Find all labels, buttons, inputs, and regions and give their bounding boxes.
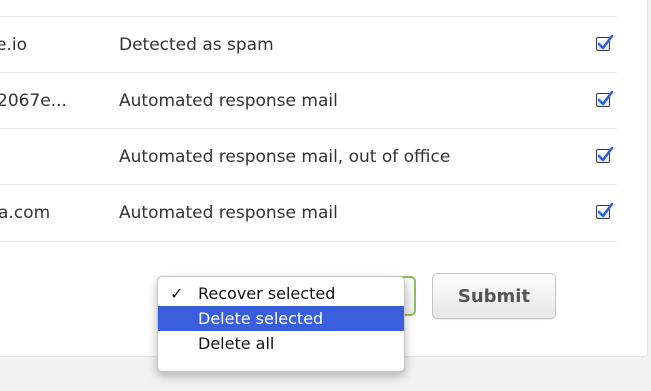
checkmark-icon: [597, 146, 614, 162]
reason-cell: Detected as spam: [119, 35, 274, 55]
row-checkbox[interactable]: [596, 90, 614, 107]
table-row: Automated response mail, out of office: [0, 128, 617, 185]
checkmark-icon: [597, 202, 614, 218]
menu-item-label: Delete all: [198, 334, 275, 353]
menu-item-delete-all[interactable]: Delete all: [158, 331, 404, 356]
table-row: 2067e... Automated response mail: [0, 72, 617, 129]
table-row: a.com Automated response mail: [0, 184, 617, 242]
submit-button[interactable]: Submit: [432, 273, 556, 319]
row-checkbox[interactable]: [596, 202, 614, 219]
action-dropdown-menu: ✓ Recover selected Delete selected Delet…: [157, 276, 405, 372]
checkmark-icon: [597, 34, 614, 50]
reason-cell: Automated response mail, out of office: [119, 147, 451, 167]
menu-item-delete-selected[interactable]: Delete selected: [158, 306, 404, 331]
sender-cell: 2067e...: [0, 91, 67, 111]
row-checkbox[interactable]: [596, 34, 614, 51]
menu-item-label: Recover selected: [198, 284, 336, 303]
table-row: e.io Detected as spam: [0, 16, 617, 73]
checkmark-icon: [597, 90, 614, 106]
menu-item-label: Delete selected: [198, 309, 324, 328]
menu-item-recover-selected[interactable]: ✓ Recover selected: [158, 281, 404, 306]
reason-cell: Automated response mail: [119, 91, 338, 111]
checkmark-icon: ✓: [170, 284, 184, 303]
sender-cell: e.io: [0, 35, 27, 55]
row-checkbox[interactable]: [596, 146, 614, 163]
reason-cell: Automated response mail: [119, 203, 338, 223]
sender-cell: a.com: [0, 203, 51, 223]
